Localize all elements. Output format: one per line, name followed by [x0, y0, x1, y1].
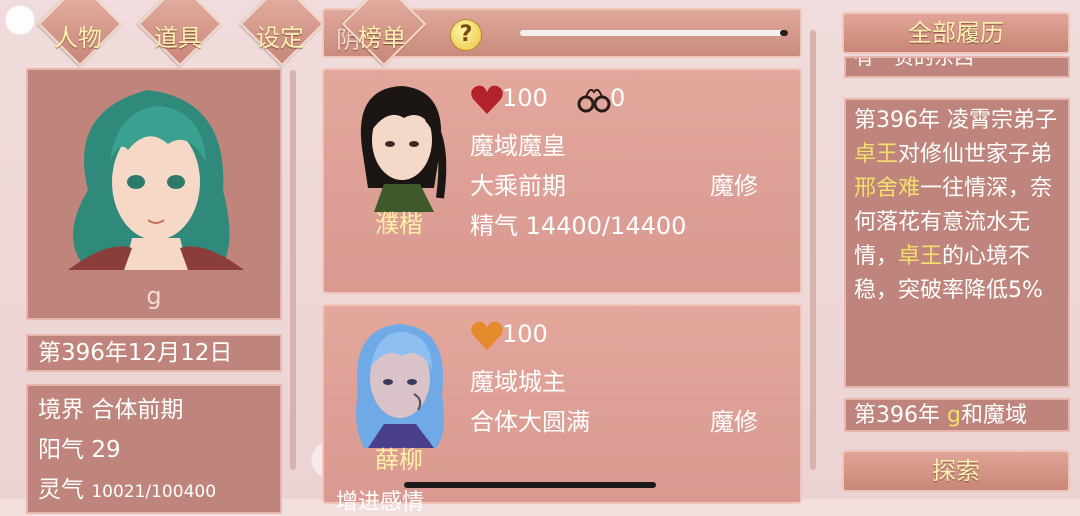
history-person-name: 卓王	[854, 142, 899, 167]
character-card[interactable]: 濮楷 100 0 魔域魔皇 大乘前期 魔修 精气 14400/14400	[322, 68, 802, 294]
ranking-slider-fill	[780, 30, 788, 36]
character-portrait	[360, 86, 447, 212]
heart-icon	[471, 85, 503, 114]
stat-spirit-label: 灵气	[38, 477, 84, 503]
affection-value: 100	[502, 320, 548, 348]
history-entry-prefix: 第396年	[854, 403, 947, 428]
stat-spirit-value: 10021/100400	[91, 482, 217, 502]
character-title: 魔域城主	[470, 368, 566, 396]
bottom-partial-label: 增进感情	[336, 490, 425, 515]
nav-ranking-button[interactable]: 榜单	[341, 0, 427, 72]
ranking-slider[interactable]	[520, 30, 788, 36]
history-entry: 第396年 凌霄宗弟子卓王对修仙世家子弟邢舍难一往情深，奈何落花有意流水无情，卓…	[844, 98, 1070, 388]
character-essence: 精气 14400/14400	[470, 212, 687, 240]
character-name: 濮楷	[375, 210, 423, 238]
stat-realm-label: 境界	[38, 397, 84, 423]
all-history-button[interactable]: 全部履历	[842, 12, 1070, 54]
stat-yang-label: 阳气	[38, 437, 84, 463]
history-entry-partial: 有一负的东西	[844, 56, 1070, 78]
home-indicator[interactable]	[404, 482, 656, 488]
stat-yang: 阳气 29	[38, 430, 270, 470]
handcuff-icon	[577, 88, 611, 113]
nav-settings-label: 设定	[256, 24, 304, 52]
history-person-name: 邢舍难	[854, 176, 921, 201]
heart-icon	[471, 321, 503, 350]
character-name: 薛柳	[375, 446, 423, 474]
nav-characters-button[interactable]: 人物	[37, 0, 123, 72]
left-scrollbar[interactable]	[290, 70, 296, 470]
stat-realm: 境界 合体前期	[38, 390, 270, 430]
stat-yang-value: 29	[91, 437, 121, 463]
player-portrait-panel: g	[26, 68, 282, 320]
character-card[interactable]: 薛柳 100 魔域城主 合体大圆满 魔修	[322, 304, 802, 504]
stat-spirit: 灵气 10021/100400	[38, 470, 270, 510]
nav-ranking-label: 榜单	[358, 24, 406, 52]
history-person-name: 卓王	[898, 244, 943, 269]
nav-settings-button[interactable]: 设定	[239, 0, 325, 72]
player-avatar	[28, 70, 280, 270]
history-person-name: g	[947, 403, 961, 428]
history-top-partial-text: 有一负的东西	[854, 56, 974, 69]
character-cultivation: 魔修	[710, 172, 758, 200]
affection-value: 100	[502, 84, 548, 112]
character-realm: 大乘前期	[470, 172, 566, 200]
history-entry-mid: 对修仙世家子弟	[898, 142, 1053, 167]
explore-button[interactable]: 探索	[842, 450, 1070, 492]
character-title: 魔域魔皇	[470, 132, 566, 160]
stat-realm-value: 合体前期	[91, 397, 184, 423]
player-stats-panel: 境界 合体前期 阳气 29 灵气 10021/100400	[26, 384, 282, 514]
history-entry: 第396年 g和魔域	[844, 398, 1070, 432]
player-name: g	[146, 282, 162, 310]
nav-items-label: 道具	[154, 24, 202, 52]
nav-characters-label: 人物	[54, 24, 102, 52]
history-entry-suffix: 和魔域	[960, 403, 1027, 428]
game-date: 第396年12月12日	[26, 334, 282, 372]
middle-scrollbar[interactable]	[810, 30, 816, 470]
nav-items-button[interactable]: 道具	[137, 0, 223, 72]
history-entry-prefix: 第396年 凌霄宗弟子	[854, 108, 1057, 133]
character-realm: 合体大圆满	[470, 408, 590, 436]
character-portrait	[356, 324, 444, 448]
question-icon[interactable]: ?	[450, 19, 482, 51]
character-cultivation: 魔修	[710, 408, 758, 436]
captivity-value: 0	[610, 84, 626, 112]
